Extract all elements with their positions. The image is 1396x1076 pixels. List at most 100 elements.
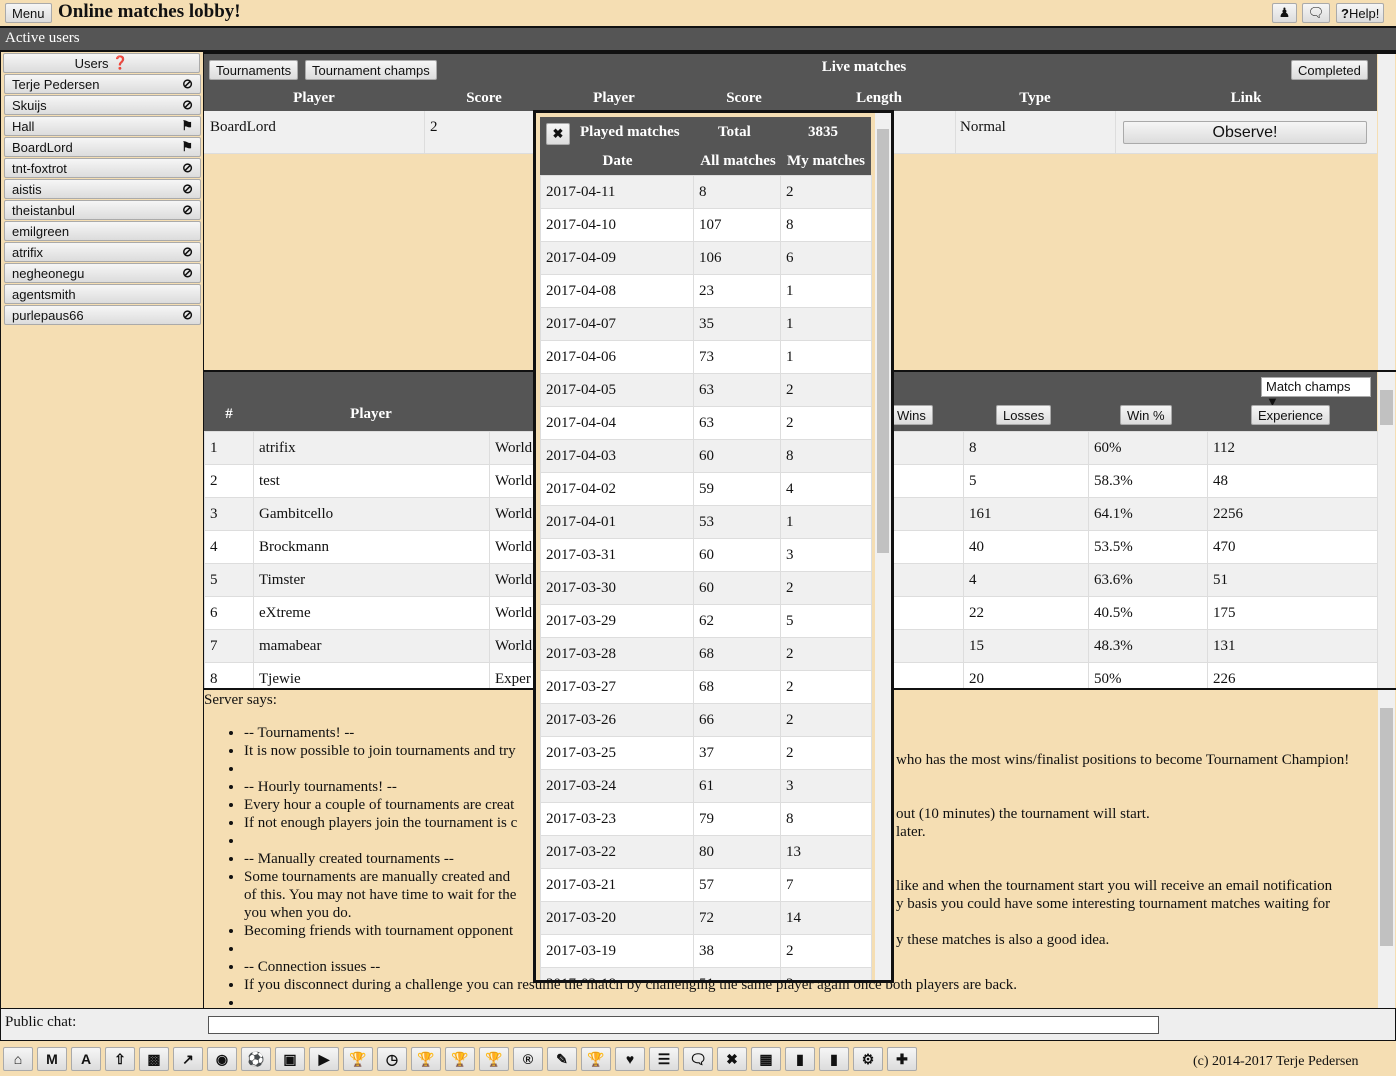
edit-icon[interactable]: ✎ — [547, 1047, 577, 1071]
sort-experience-button[interactable]: Experience — [1251, 405, 1331, 425]
user-item[interactable]: negheonegu ⊘ — [4, 263, 201, 283]
M-icon[interactable]: M — [37, 1047, 67, 1071]
upload-icon[interactable]: ⇧ — [105, 1047, 135, 1071]
sort-losses-button[interactable]: Losses — [996, 405, 1052, 425]
cell: 48 — [1207, 464, 1378, 498]
cell: 8 — [780, 439, 872, 473]
cell: 50% — [1088, 662, 1208, 688]
cell: 2017-03-30 — [540, 571, 694, 605]
user-item[interactable]: emilgreen — [4, 221, 201, 241]
completed-button[interactable]: Completed — [1291, 60, 1368, 80]
server-text-fragment: y these matches is also a good idea. — [896, 932, 1110, 948]
menu-button[interactable]: Menu — [5, 3, 52, 23]
cell: 2 — [780, 934, 872, 968]
database-icon[interactable]: ☰ — [649, 1047, 679, 1071]
clock-icon[interactable]: ◷ — [377, 1047, 407, 1071]
server-scrollbar[interactable] — [1378, 690, 1395, 1008]
played-row: 2017-04-01 53 1 — [540, 505, 872, 539]
champs-scrollbar[interactable] — [1378, 372, 1395, 688]
cell: 2017-03-28 — [540, 637, 694, 671]
users-header-button[interactable]: Users ❓ — [3, 53, 200, 73]
plus-icon[interactable]: ✚ — [887, 1047, 917, 1071]
cell: 2017-04-06 — [540, 340, 694, 374]
user-item[interactable]: atrifix ⊘ — [4, 242, 201, 262]
user-item[interactable]: BoardLord ⚑ — [4, 137, 201, 157]
user-name: purlepaus66 — [12, 307, 84, 323]
blocked-icon: ⊘ — [182, 76, 193, 91]
champs-select[interactable]: Match champs ▼ — [1261, 377, 1371, 409]
line-chart-icon[interactable]: ↗ — [173, 1047, 203, 1071]
user-item[interactable]: Skuijs ⊘ — [4, 95, 201, 115]
help-icon: ? — [1341, 5, 1349, 21]
trophy-icon[interactable]: 🏆 — [445, 1047, 475, 1071]
tournament-champs-button[interactable]: Tournament champs — [305, 60, 437, 80]
trophy-icon[interactable]: 🏆 — [343, 1047, 373, 1071]
chat-input[interactable] — [208, 1016, 1159, 1034]
played-row: 2017-04-05 63 2 — [540, 373, 872, 407]
page-title: Online matches lobby! — [58, 1, 241, 22]
cell: 13 — [780, 835, 872, 869]
bar-chart-icon[interactable]: ▩ — [139, 1047, 169, 1071]
sort-winpct-button[interactable]: Win % — [1120, 405, 1172, 425]
bookmark-icon[interactable]: ▮ — [785, 1047, 815, 1071]
user-item[interactable]: purlepaus66 ⊘ — [4, 305, 201, 325]
user-item[interactable]: Terje Pedersen ⊘ — [4, 74, 201, 94]
eye-icon[interactable]: ◉ — [207, 1047, 237, 1071]
user-item[interactable]: agentsmith — [4, 284, 201, 304]
user-item[interactable]: tnt-foxtrot ⊘ — [4, 158, 201, 178]
col-length: Length — [856, 90, 902, 106]
film-icon[interactable]: ▦ — [751, 1047, 781, 1071]
played-matches-popup: ✖ Played matches Total 3835 Date All mat… — [533, 110, 894, 983]
sort-wins-button[interactable]: Wins — [890, 405, 933, 425]
cell: 2017-03-18 — [540, 967, 694, 980]
blocked-icon: ⊘ — [182, 160, 193, 175]
tournaments-button[interactable]: Tournaments — [209, 60, 299, 80]
cell: 2017-03-27 — [540, 670, 694, 704]
cell: 3 — [204, 497, 254, 531]
cell: 51 — [693, 967, 781, 980]
observe-button[interactable]: Observe! — [1123, 121, 1367, 144]
total-label: Total — [718, 124, 751, 140]
live-scrollbar[interactable] — [1378, 54, 1395, 371]
server-text-fragment: y basis you could have some interesting … — [896, 896, 1331, 912]
close-popup-button[interactable]: ✖ — [546, 123, 570, 145]
cell: 175 — [1207, 596, 1378, 630]
bookmark-icon[interactable]: ▮ — [819, 1047, 849, 1071]
home-icon[interactable]: ⌂ — [3, 1047, 33, 1071]
archive-icon[interactable]: ▣ — [275, 1047, 305, 1071]
cell: 2017-03-29 — [540, 604, 694, 638]
help-button[interactable]: ? Help! — [1336, 3, 1385, 23]
trophy-icon[interactable]: 🏆 — [411, 1047, 441, 1071]
chat-label: Public chat: — [5, 1014, 77, 1030]
user-name: agentsmith — [12, 286, 76, 302]
cell: Gambitcello — [253, 497, 490, 531]
cell: 2 — [780, 571, 872, 605]
cell: 68 — [693, 670, 781, 704]
chat-icon[interactable]: 🗨 — [683, 1047, 713, 1071]
user-item[interactable]: aistis ⊘ — [4, 179, 201, 199]
user-item[interactable]: theistanbul ⊘ — [4, 200, 201, 220]
heart-icon[interactable]: ♥ — [615, 1047, 645, 1071]
cell: 8 — [693, 175, 781, 209]
user-name: Hall — [12, 118, 35, 134]
cell: 2017-03-26 — [540, 703, 694, 737]
played-row: 2017-03-29 62 5 — [540, 604, 872, 638]
col-player: Player — [350, 406, 392, 422]
play-icon[interactable]: ▶ — [309, 1047, 339, 1071]
gears-icon[interactable]: ⚙ — [853, 1047, 883, 1071]
played-row: 2017-03-25 37 2 — [540, 736, 872, 770]
close-icon[interactable]: ✖ — [717, 1047, 747, 1071]
chat-icon[interactable]: 🗨 — [1302, 3, 1330, 23]
popup-scrollbar[interactable] — [875, 113, 891, 980]
user-icon[interactable]: ♟ — [1272, 3, 1297, 23]
cell: 23 — [693, 274, 781, 308]
user-name: BoardLord — [12, 139, 73, 155]
cell: 161 — [963, 497, 1089, 531]
A-icon[interactable]: A — [71, 1047, 101, 1071]
registered-icon[interactable]: ® — [513, 1047, 543, 1071]
soccer-ball-icon[interactable]: ⚽ — [241, 1047, 271, 1071]
trophy-icon[interactable]: 🏆 — [581, 1047, 611, 1071]
blocked-icon: ⊘ — [182, 202, 193, 217]
user-item[interactable]: Hall ⚑ — [4, 116, 201, 136]
trophy-icon[interactable]: 🏆 — [479, 1047, 509, 1071]
